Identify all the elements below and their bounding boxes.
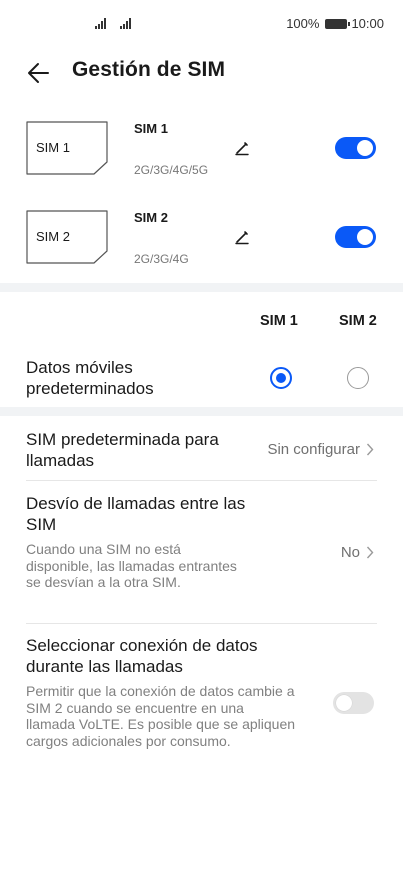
mobile-data-sim2-radio[interactable]: [347, 367, 369, 389]
column-header-sim2: SIM 2: [339, 313, 377, 329]
sim-1-toggle[interactable]: [335, 137, 376, 159]
sim-2-toggle[interactable]: [335, 226, 376, 248]
sim-card-label: SIM 2: [36, 229, 70, 244]
sim-card-label: SIM 1: [36, 140, 70, 155]
column-header-sim1: SIM 1: [260, 313, 298, 329]
mobile-data-sim1-radio[interactable]: [270, 367, 292, 389]
sim-name: SIM 2: [134, 210, 168, 225]
default-calls-value-text: Sin configurar: [267, 441, 360, 458]
section-divider: [0, 283, 403, 292]
back-arrow-icon[interactable]: [26, 60, 52, 86]
edit-pencil-icon[interactable]: [234, 140, 250, 156]
sim-row-1: SIM 1 SIM 1 2G/3G/4G/5G: [0, 118, 403, 188]
sim-name: SIM 1: [134, 121, 168, 136]
mobile-data-label: Datos móviles predeterminados: [26, 358, 154, 398]
default-calls-value[interactable]: Sin configurar: [267, 441, 374, 458]
section-divider: [0, 407, 403, 416]
list-separator: [26, 623, 377, 624]
data-during-calls-title[interactable]: Seleccionar conexión de datos durante la…: [26, 635, 296, 677]
toggle-knob: [336, 695, 352, 711]
list-separator: [26, 480, 377, 481]
call-forwarding-description: Cuando una SIM no está disponible, las l…: [26, 541, 237, 590]
header: Gestión de SIM: [0, 56, 403, 92]
toggle-knob: [357, 229, 373, 245]
data-during-calls-description: Permitir que la conexión de datos cambie…: [26, 683, 296, 749]
edit-pencil-icon[interactable]: [234, 229, 250, 245]
call-forwarding-value[interactable]: No: [341, 544, 374, 561]
page-title: Gestión de SIM: [72, 58, 226, 81]
sim-bands: 2G/3G/4G: [134, 252, 189, 266]
sim-row-2: SIM 2 SIM 2 2G/3G/4G: [0, 207, 403, 277]
battery-percent: 100%: [286, 16, 320, 31]
toggle-knob: [357, 140, 373, 156]
chevron-right-icon: [366, 546, 374, 559]
clock: 10:00: [351, 16, 384, 31]
call-forwarding-title[interactable]: Desvío de llamadas entre las SIM: [26, 493, 246, 535]
status-bar: 100% 10:00: [0, 0, 403, 48]
battery-icon: [325, 18, 351, 29]
data-during-calls-toggle[interactable]: [333, 692, 374, 714]
signal-icon: [120, 17, 134, 29]
call-forwarding-value-text: No: [340, 544, 360, 561]
signal-icon: [95, 17, 109, 29]
sim-bands: 2G/3G/4G/5G: [134, 163, 209, 177]
default-calls-title[interactable]: SIM predeterminada para llamadas: [26, 429, 226, 471]
chevron-right-icon: [366, 443, 374, 456]
status-right: 100% 10:00: [286, 16, 384, 31]
